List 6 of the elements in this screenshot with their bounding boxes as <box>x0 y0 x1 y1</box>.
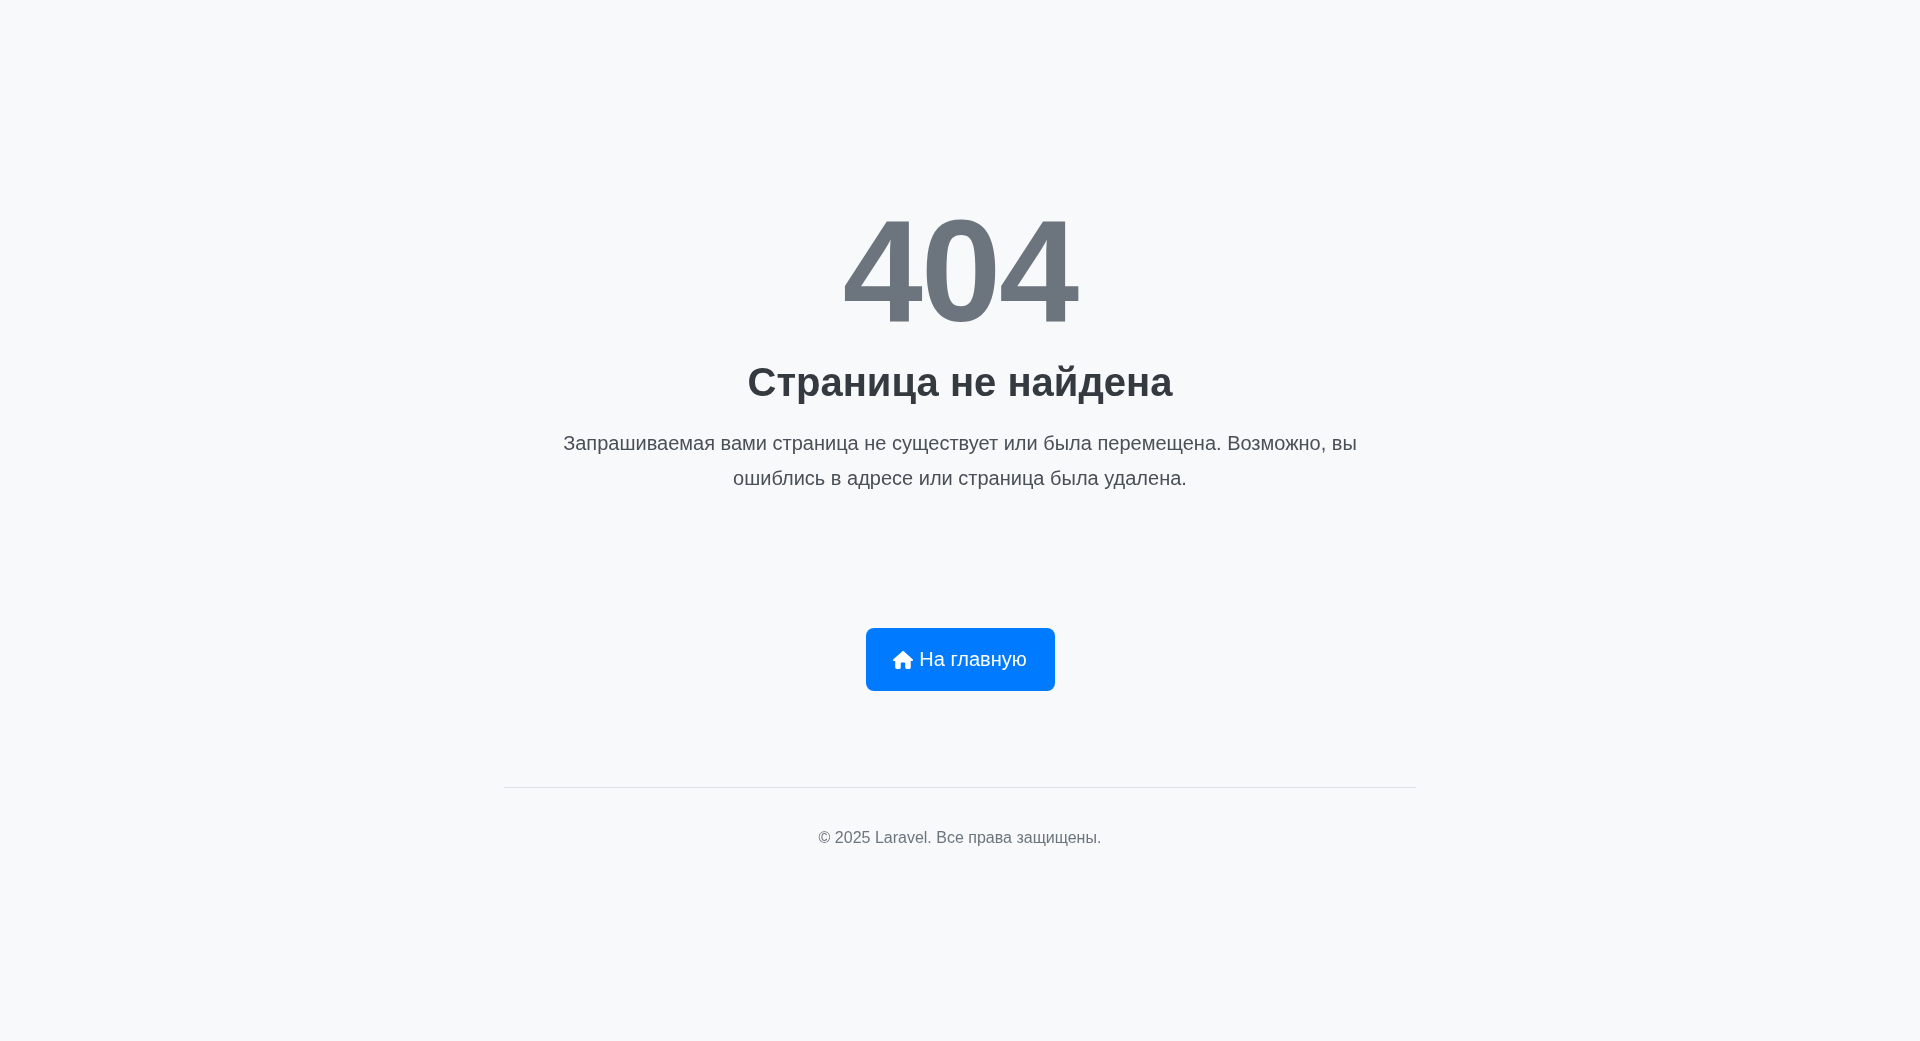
error-code: 404 <box>842 200 1078 344</box>
error-message: Запрашиваемая вами страница не существует или была перемещена. Возможно, вы ошиблись в адресе или страница была удалена. <box>562 431 1358 491</box>
footer-copyright: © 2025 Laravel. Все права защищены. <box>818 828 1102 848</box>
error-title: Страница не найдена <box>747 359 1173 406</box>
home-icon <box>893 650 914 669</box>
home-button[interactable]: На главную <box>865 628 1055 691</box>
